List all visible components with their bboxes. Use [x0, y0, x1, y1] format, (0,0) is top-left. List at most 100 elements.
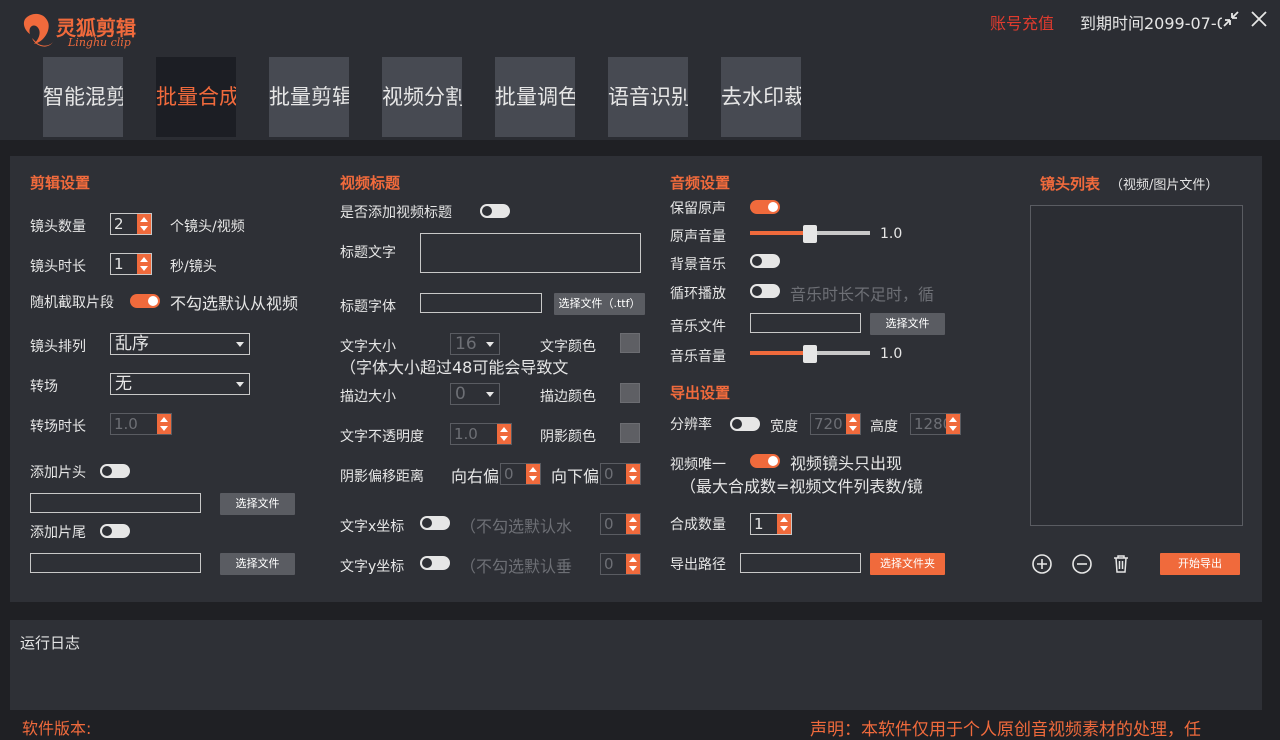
text-color-swatch[interactable] — [620, 333, 640, 353]
shadow-right-stepper[interactable]: 0 — [500, 463, 541, 485]
clip-length-stepper[interactable]: 1 — [110, 253, 152, 275]
clip-list[interactable] — [1030, 205, 1243, 526]
text-y-toggle[interactable] — [420, 556, 450, 570]
shadow-down-stepper[interactable]: 0 — [600, 463, 641, 485]
text-x-hint: （不勾选默认水 — [460, 517, 573, 536]
stroke-color-swatch[interactable] — [620, 383, 640, 403]
stepper-arrows-icon[interactable] — [137, 214, 151, 234]
text-x-stepper[interactable]: 0 — [600, 513, 641, 535]
title-font-input[interactable] — [420, 293, 542, 313]
width-label: 宽度 — [770, 419, 798, 435]
stepper-arrows-icon[interactable] — [626, 554, 640, 574]
minimize-icon[interactable] — [1220, 8, 1242, 30]
resolution-toggle[interactable] — [730, 417, 760, 431]
unique-toggle[interactable] — [750, 454, 780, 468]
start-export-button[interactable]: 开始导出 — [1160, 553, 1240, 575]
tab-speech-recognition[interactable]: 语音识别 — [608, 57, 688, 137]
transition-length-stepper[interactable]: 1.0 — [110, 413, 172, 435]
clip-count-stepper[interactable]: 2 — [110, 213, 152, 235]
audio-settings-title: 音频设置 — [670, 174, 731, 192]
text-y-hint: （不勾选默认垂 — [460, 557, 573, 576]
stepper-arrows-icon[interactable] — [626, 514, 640, 534]
text-y-label: 文字y坐标 — [340, 559, 405, 575]
music-file-select-button[interactable]: 选择文件 — [870, 313, 945, 335]
stepper-arrows-icon[interactable] — [157, 414, 171, 434]
loop-toggle[interactable] — [750, 284, 780, 298]
tab-video-split[interactable]: 视频分割 — [382, 57, 462, 137]
intro-select-button[interactable]: 选择文件 — [220, 493, 295, 515]
random-clip-hint: 不勾选默认从视频 — [170, 294, 299, 313]
stepper-arrows-icon[interactable] — [846, 414, 860, 434]
chevron-down-icon — [486, 342, 494, 347]
clip-order-select[interactable]: 乱序 — [110, 333, 250, 355]
clip-count-unit: 个镜头/视频 — [170, 219, 245, 235]
title-font-label: 标题字体 — [340, 299, 396, 315]
close-icon[interactable] — [1248, 8, 1270, 30]
outro-select-button[interactable]: 选择文件 — [220, 553, 295, 575]
clip-list-subtitle: （视频/图片文件） — [1110, 178, 1219, 193]
text-x-toggle[interactable] — [420, 516, 450, 530]
music-volume-slider[interactable] — [750, 345, 870, 363]
bgm-toggle[interactable] — [750, 254, 780, 268]
bgm-label: 背景音乐 — [670, 257, 726, 273]
trash-icon[interactable] — [1110, 553, 1132, 575]
stepper-arrows-icon[interactable] — [526, 464, 540, 484]
stepper-arrows-icon[interactable] — [626, 464, 640, 484]
shadow-right-label: 向右偏 — [451, 467, 500, 486]
loop-label: 循环播放 — [670, 286, 726, 302]
shadow-down-label: 向下偏 — [551, 467, 600, 486]
stepper-arrows-icon[interactable] — [137, 254, 151, 274]
video-title-section: 视频标题 — [340, 174, 401, 192]
outro-toggle[interactable] — [100, 524, 130, 538]
clip-count-label: 镜头数量 — [30, 219, 86, 235]
tab-batch-color[interactable]: 批量调色 — [495, 57, 575, 137]
export-path-input[interactable] — [740, 553, 861, 573]
add-title-toggle[interactable] — [480, 204, 510, 218]
text-size-select[interactable]: 16 — [450, 333, 500, 355]
original-volume-slider[interactable] — [750, 225, 870, 243]
outro-label: 添加片尾 — [30, 525, 86, 541]
slider-knob[interactable] — [803, 345, 817, 363]
title-font-select-button[interactable]: 选择文件（.ttf） — [554, 293, 645, 315]
intro-toggle[interactable] — [100, 464, 130, 478]
transition-length-label: 转场时长 — [30, 419, 86, 435]
export-folder-button[interactable]: 选择文件夹 — [870, 553, 945, 575]
text-y-stepper[interactable]: 0 — [600, 553, 641, 575]
stepper-arrows-icon[interactable] — [946, 414, 960, 434]
tab-smart-mix[interactable]: 智能混剪 — [43, 57, 123, 137]
stroke-size-select[interactable]: 0 — [450, 383, 500, 405]
compose-count-stepper[interactable]: 1 — [750, 513, 792, 535]
run-log-title: 运行日志 — [20, 634, 81, 652]
unique-hint: 视频镜头只出现 — [790, 454, 903, 473]
tab-batch-compose[interactable]: 批量合成 — [156, 57, 236, 137]
slider-fill — [750, 231, 810, 235]
music-file-input[interactable] — [750, 313, 861, 333]
clip-order-label: 镜头排列 — [30, 339, 86, 355]
tab-watermark-crop[interactable]: 去水印裁剪 — [721, 57, 801, 137]
text-opacity-stepper[interactable]: 1.0 — [450, 423, 512, 445]
text-opacity-label: 文字不透明度 — [340, 429, 424, 445]
stepper-arrows-icon[interactable] — [777, 514, 791, 534]
recharge-link[interactable]: 账号充值 — [990, 10, 1054, 34]
title-text-input[interactable] — [420, 233, 641, 273]
outro-path-input[interactable] — [30, 553, 201, 573]
random-clip-toggle[interactable] — [130, 294, 160, 308]
stroke-color-label: 描边颜色 — [540, 389, 596, 405]
shadow-color-swatch[interactable] — [620, 423, 640, 443]
loop-hint: 音乐时长不足时，循 — [790, 285, 935, 304]
stepper-arrows-icon[interactable] — [497, 424, 511, 444]
export-path-label: 导出路径 — [670, 557, 726, 573]
slider-knob[interactable] — [803, 225, 817, 243]
shadow-color-label: 阴影颜色 — [540, 429, 596, 445]
height-stepper[interactable]: 1280 — [910, 413, 961, 435]
resolution-label: 分辨率 — [670, 417, 712, 433]
tab-batch-edit[interactable]: 批量剪辑 — [269, 57, 349, 137]
width-stepper[interactable]: 720 — [810, 413, 861, 435]
remove-icon[interactable] — [1071, 553, 1093, 575]
transition-select[interactable]: 无 — [110, 373, 250, 395]
disclaimer: 声明：本软件仅用于个人原创音视频素材的处理，任 — [810, 720, 1201, 740]
add-icon[interactable] — [1031, 553, 1053, 575]
intro-path-input[interactable] — [30, 493, 201, 513]
keep-audio-toggle[interactable] — [750, 200, 780, 214]
edit-settings-title: 剪辑设置 — [30, 174, 91, 192]
